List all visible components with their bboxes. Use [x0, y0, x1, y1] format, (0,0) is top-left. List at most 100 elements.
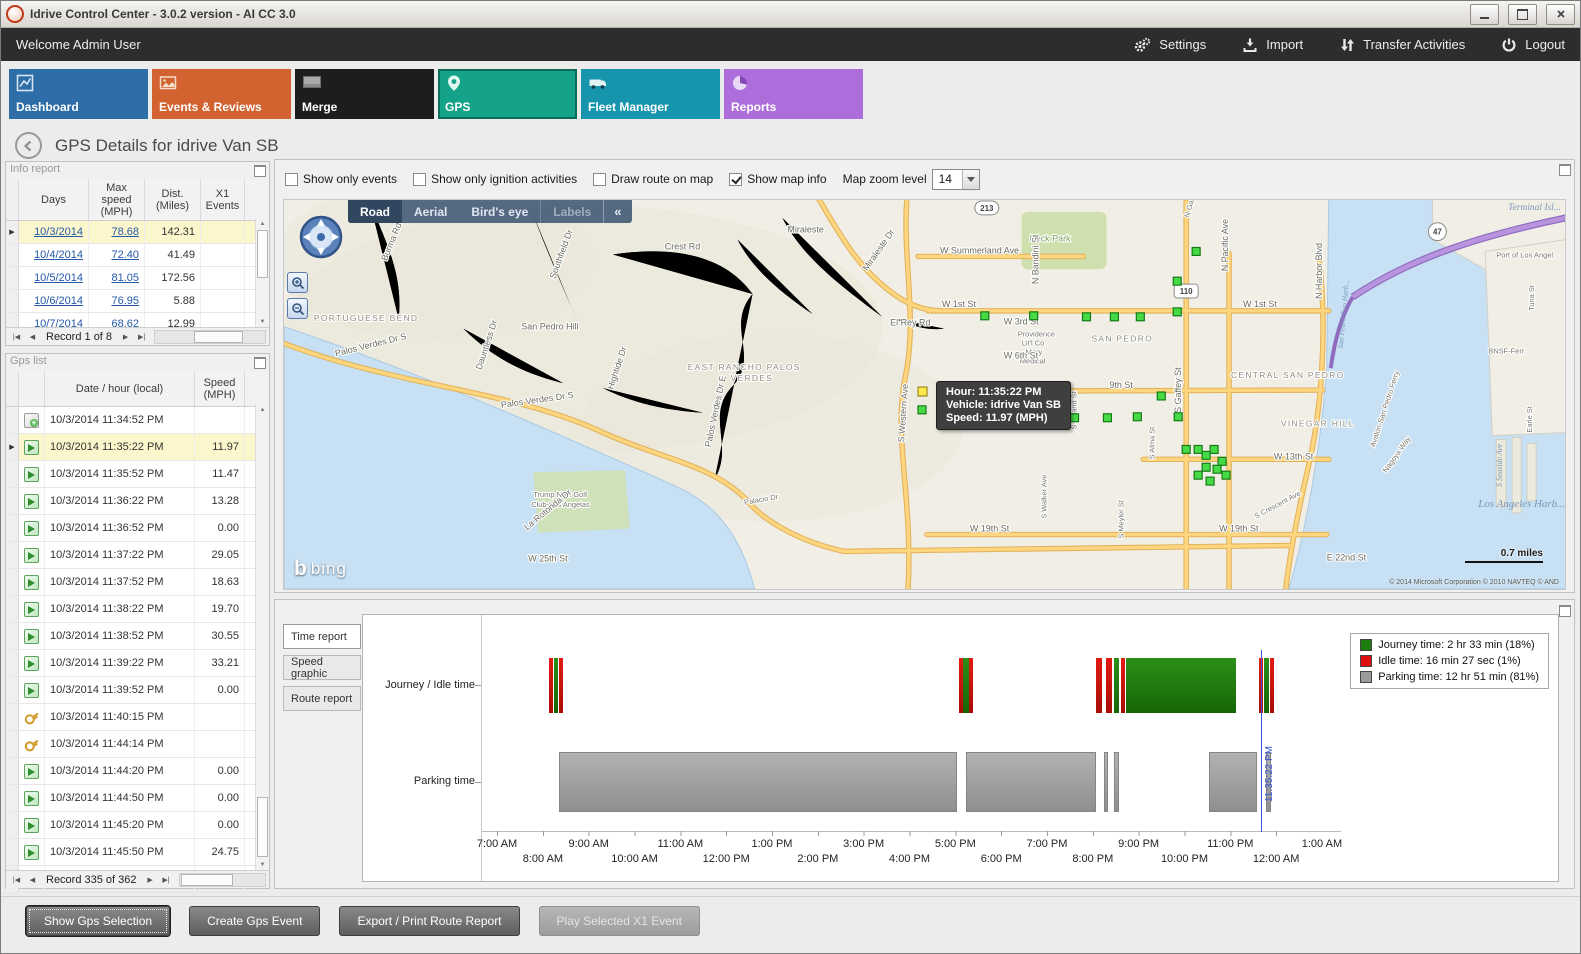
day-link[interactable]: 10/4/2014 — [34, 249, 83, 261]
tab-dashboard[interactable]: Dashboard — [9, 69, 148, 119]
column-header-speed[interactable]: Speed (MPH) — [195, 372, 245, 406]
tab-gps[interactable]: GPS — [438, 69, 577, 119]
minimize-button[interactable] — [1470, 4, 1499, 25]
checkbox-icon[interactable] — [413, 173, 426, 186]
show-gps-selection-button[interactable]: Show Gps Selection — [26, 906, 170, 936]
info-report-row[interactable]: 10/6/2014 76.95 5.88 — [6, 290, 269, 313]
import-menu-item[interactable]: Import — [1242, 37, 1303, 53]
gps-list-row[interactable]: 10/3/2014 11:38:52 PM 30.55 — [6, 623, 269, 650]
prev-record-button[interactable]: ◀ — [25, 330, 40, 344]
export-print-route-report-button[interactable]: Export / Print Route Report — [339, 906, 519, 936]
first-record-button[interactable]: |◀ — [9, 330, 24, 344]
column-header-distance[interactable]: Dist. (Miles) — [145, 180, 201, 220]
close-button[interactable] — [1546, 4, 1575, 25]
scroll-down-icon[interactable]: ▼ — [256, 859, 269, 870]
tab-fleet-manager[interactable]: Fleet Manager — [581, 69, 720, 119]
day-link[interactable]: 10/3/2014 — [34, 226, 83, 238]
tab-reports[interactable]: Reports — [724, 69, 863, 119]
tab-merge[interactable]: Merge — [295, 69, 434, 119]
map-area[interactable]: 110 213 47 Miraleste Peck Park W Summerl… — [283, 199, 1566, 590]
gps-list-row[interactable]: 10/3/2014 11:44:50 PM 0.00 — [6, 785, 269, 812]
prev-record-button[interactable]: ◀ — [25, 873, 40, 887]
map-maximize-icon[interactable] — [1559, 164, 1571, 176]
gps-list-row[interactable]: 10/3/2014 11:37:52 PM 18.63 — [6, 569, 269, 596]
gps-list-row[interactable]: 10/3/2014 11:40:15 PM — [6, 704, 269, 731]
next-record-button[interactable]: ▶ — [118, 330, 133, 344]
max-speed-link[interactable]: 76.95 — [111, 295, 139, 307]
gps-list-row[interactable]: 10/3/2014 11:44:20 PM 0.00 — [6, 758, 269, 785]
next-record-button[interactable]: ▶ — [143, 873, 158, 887]
gps-list-row[interactable]: 10/3/2014 11:34:52 PM — [6, 407, 269, 434]
max-speed-link[interactable]: 81.05 — [111, 272, 139, 284]
day-link[interactable]: 10/6/2014 — [34, 295, 83, 307]
create-gps-event-button[interactable]: Create Gps Event — [189, 906, 320, 936]
map-zoom-select[interactable]: 14 — [932, 169, 980, 190]
first-record-button[interactable]: |◀ — [9, 873, 24, 887]
checkbox-icon[interactable] — [285, 173, 298, 186]
info-report-row[interactable]: 10/5/2014 81.05 172.56 — [6, 267, 269, 290]
show-only-ignition-checkbox[interactable]: Show only ignition activities — [413, 172, 577, 186]
scroll-down-icon[interactable]: ▼ — [256, 316, 269, 327]
last-record-button[interactable]: ▶| — [134, 330, 149, 344]
tab-events-reviews[interactable]: Events & Reviews — [152, 69, 291, 119]
gps-list-row[interactable]: 10/3/2014 11:36:52 PM 0.00 — [6, 515, 269, 542]
map-canvas[interactable]: 110 213 47 Miraleste Peck Park W Summerl… — [284, 200, 1565, 589]
show-only-events-checkbox[interactable]: Show only events — [285, 172, 397, 186]
gps-list-row[interactable]: 10/3/2014 11:39:22 PM 33.21 — [6, 650, 269, 677]
map-compass-control[interactable] — [298, 214, 344, 263]
play-selected-x1-event-button[interactable]: Play Selected X1 Event — [539, 906, 700, 936]
checkbox-icon[interactable] — [593, 173, 606, 186]
info-report-hscrollbar[interactable] — [154, 330, 266, 344]
last-record-button[interactable]: ▶| — [159, 873, 174, 887]
tab-time-report[interactable]: Time report — [283, 624, 361, 649]
map-style-aerial[interactable]: Aerial — [402, 200, 459, 223]
map-style-road[interactable]: Road — [348, 200, 402, 223]
max-speed-link[interactable]: 72.40 — [111, 249, 139, 261]
scrollbar-thumb[interactable] — [257, 230, 268, 278]
day-link[interactable]: 10/5/2014 — [34, 272, 83, 284]
panel-maximize-icon[interactable] — [254, 357, 266, 369]
max-speed-link[interactable]: 78.68 — [111, 226, 139, 238]
scrollbar-thumb[interactable] — [181, 874, 232, 886]
info-report-row[interactable]: 10/4/2014 72.40 41.49 — [6, 244, 269, 267]
logout-menu-item[interactable]: Logout — [1501, 37, 1565, 53]
gps-list-row[interactable]: 10/3/2014 11:38:22 PM 19.70 — [6, 596, 269, 623]
gps-list-row[interactable]: 10/3/2014 11:45:50 PM 24.75 — [6, 839, 269, 866]
map-bar-collapse-button[interactable]: « — [603, 200, 631, 223]
tab-speed-graphic[interactable]: Speed graphic — [283, 655, 361, 680]
selected-gps-marker[interactable] — [918, 387, 927, 396]
tab-route-report[interactable]: Route report — [283, 686, 361, 711]
info-report-vscrollbar[interactable]: ▲ ▼ — [255, 218, 269, 327]
scrollbar-thumb[interactable] — [257, 797, 268, 857]
chart-cursor[interactable]: 11:35:22 PM — [1261, 650, 1262, 832]
info-report-row[interactable]: 10/3/2014 78.68 142.31 — [6, 221, 269, 244]
gps-list-row[interactable]: 10/3/2014 11:35:22 PM 11.97 — [6, 434, 269, 461]
gps-list-row[interactable]: 10/3/2014 11:45:20 PM 0.00 — [6, 812, 269, 839]
scroll-up-icon[interactable]: ▲ — [256, 218, 269, 229]
draw-route-checkbox[interactable]: Draw route on map — [593, 172, 713, 186]
scrollbar-thumb[interactable] — [194, 331, 243, 343]
column-header-max-speed[interactable]: Max speed (MPH) — [89, 180, 145, 220]
map-zoom-in-button[interactable] — [287, 272, 308, 293]
panel-maximize-icon[interactable] — [254, 165, 266, 177]
back-button[interactable] — [15, 132, 42, 159]
gps-list-row[interactable]: 10/3/2014 11:35:52 PM 11.47 — [6, 461, 269, 488]
gps-list-row[interactable]: 10/3/2014 11:44:14 PM — [6, 731, 269, 758]
checkbox-checked-icon[interactable] — [729, 173, 742, 186]
gps-list-row[interactable]: 10/3/2014 11:37:22 PM 29.05 — [6, 542, 269, 569]
gps-list-row[interactable]: 10/3/2014 11:39:52 PM 0.00 — [6, 677, 269, 704]
dropdown-arrow-icon[interactable] — [962, 170, 979, 189]
map-style-birds-eye[interactable]: Bird's eye — [459, 200, 540, 223]
gps-list-vscrollbar[interactable]: ▲ ▼ — [255, 404, 269, 870]
map-zoom-out-button[interactable] — [287, 298, 308, 319]
chart-maximize-icon[interactable] — [1559, 605, 1571, 617]
show-map-info-checkbox[interactable]: Show map info — [729, 172, 826, 186]
map-style-labels[interactable]: Labels — [540, 200, 603, 223]
transfer-activities-menu-item[interactable]: Transfer Activities — [1339, 37, 1465, 53]
settings-menu-item[interactable]: Settings — [1133, 37, 1206, 53]
maximize-button[interactable] — [1508, 4, 1537, 25]
column-header-x1-events[interactable]: X1 Events — [201, 180, 245, 220]
gps-list-row[interactable]: 10/3/2014 11:36:22 PM 13.28 — [6, 488, 269, 515]
column-header-datetime[interactable]: Date / hour (local) — [45, 372, 195, 406]
column-header-days[interactable]: Days — [19, 180, 89, 220]
